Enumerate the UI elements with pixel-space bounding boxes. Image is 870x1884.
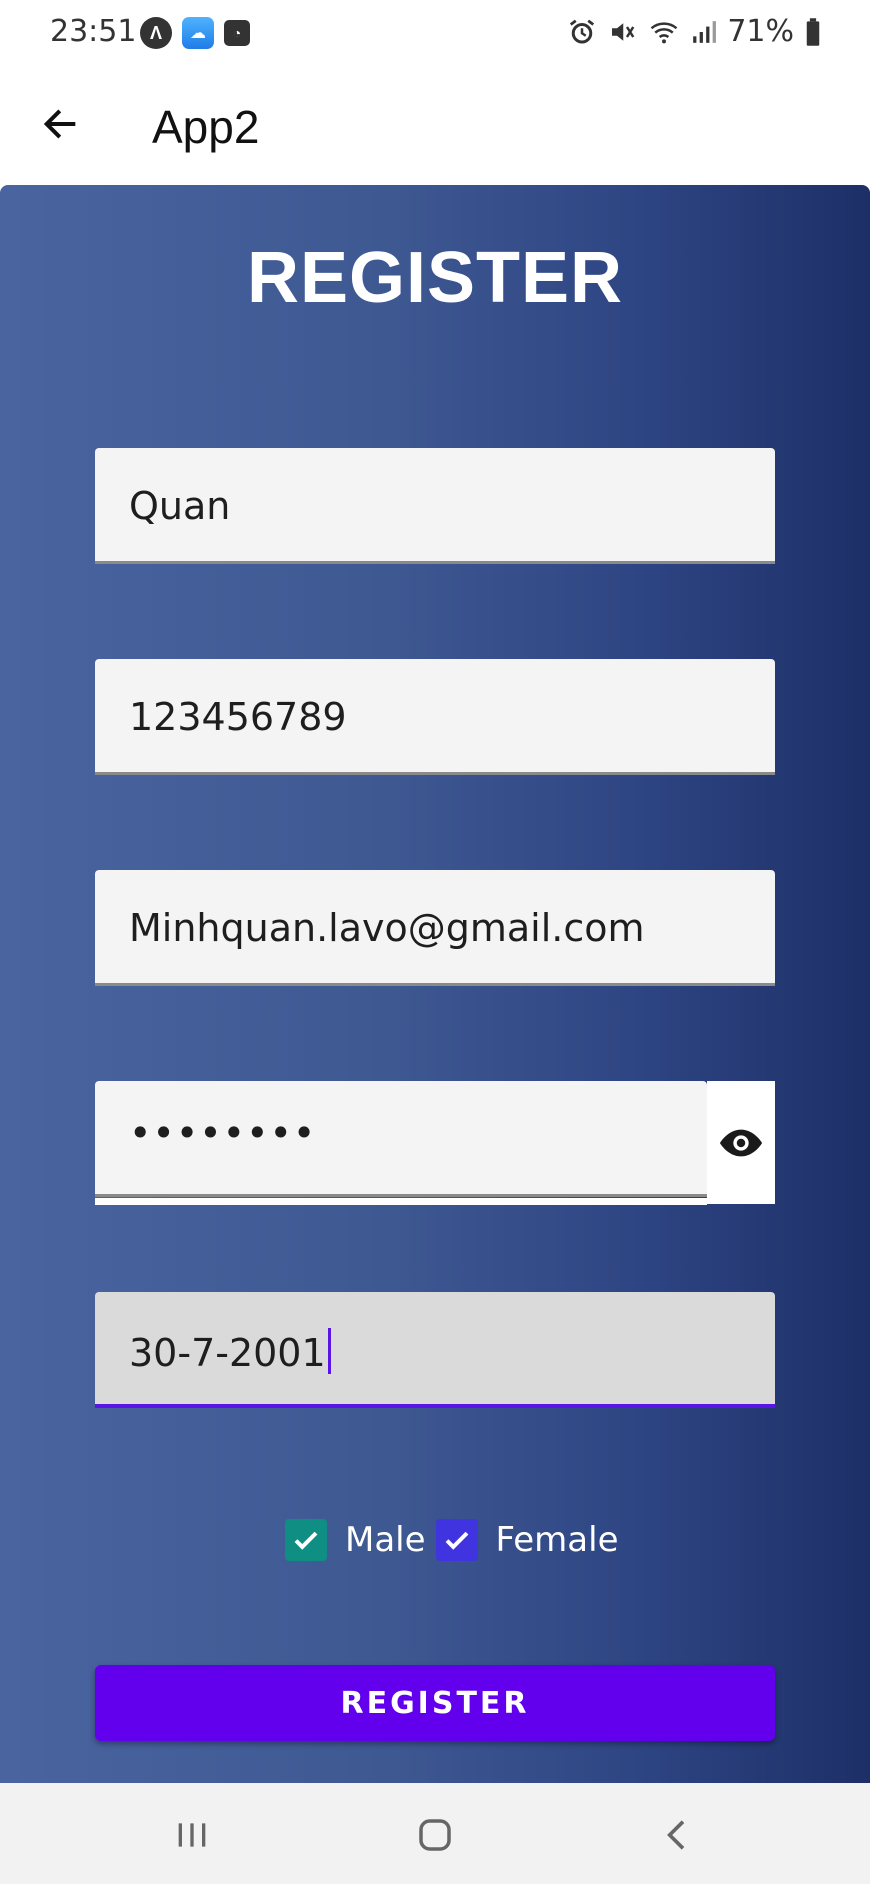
status-right-icons: 71%: [567, 14, 822, 49]
password-field-value: ••••••••: [129, 1111, 317, 1155]
home-icon: [419, 1819, 451, 1851]
name-field[interactable]: Quan: [95, 448, 775, 564]
app-title: App2: [152, 101, 260, 153]
gender-checkboxes: Male Female: [285, 1519, 636, 1561]
recent-apps-icon: [178, 1823, 206, 1847]
email-field-value: Minhquan.lavo@gmail.com: [129, 906, 645, 950]
recent-apps-button[interactable]: [162, 1811, 222, 1859]
arrow-left-icon: [43, 109, 76, 139]
system-nav-bar: [0, 1783, 870, 1884]
name-field-value: Quan: [129, 484, 231, 528]
email-field[interactable]: Minhquan.lavo@gmail.com: [95, 870, 775, 986]
home-button[interactable]: [405, 1811, 465, 1859]
register-button[interactable]: REGISTER: [95, 1665, 775, 1741]
status-bar: 23:51 Λ ☁ ◔ 71%: [0, 0, 870, 66]
female-checkbox[interactable]: [435, 1519, 478, 1561]
check-icon: [445, 1531, 468, 1550]
password-field[interactable]: ••••••••: [95, 1081, 707, 1197]
nav-back-button[interactable]: [648, 1811, 708, 1859]
mute-icon: [612, 22, 635, 41]
battery-icon: [806, 17, 820, 46]
status-time: 23:51: [50, 14, 137, 49]
text-cursor: [327, 1328, 331, 1374]
app-a-icon: Λ: [140, 17, 172, 49]
back-button[interactable]: [30, 94, 90, 154]
female-label: Female: [495, 1520, 619, 1560]
check-icon: [294, 1531, 318, 1550]
password-field-bottom-strip: [95, 1198, 707, 1205]
battery-percent: 71%: [727, 14, 794, 49]
wifi-icon: [650, 21, 678, 43]
alarm-icon: [570, 19, 595, 43]
password-toggle-button[interactable]: [707, 1081, 775, 1204]
dob-field-value: 30-7-2001: [129, 1328, 331, 1375]
signal-icon: [693, 20, 717, 43]
back-icon: [667, 1820, 685, 1850]
clock-app-icon: ◔: [224, 20, 250, 46]
page-title: REGISTER: [246, 238, 624, 318]
male-checkbox[interactable]: [285, 1519, 327, 1561]
phone-field[interactable]: 123456789: [95, 659, 775, 775]
phone-field-value: 123456789: [129, 695, 347, 739]
dob-text: 30-7-2001: [129, 1331, 326, 1375]
dob-field[interactable]: 30-7-2001: [95, 1292, 775, 1408]
eye-icon: [719, 1129, 763, 1156]
male-label: Male: [345, 1520, 426, 1560]
app-bar: App2: [0, 66, 870, 186]
register-panel: REGISTER Quan 123456789 Minhquan.lavo@gm…: [0, 185, 870, 1783]
status-left-icons: Λ ☁ ◔: [140, 17, 250, 49]
cloud-upload-icon: ☁: [182, 17, 214, 49]
